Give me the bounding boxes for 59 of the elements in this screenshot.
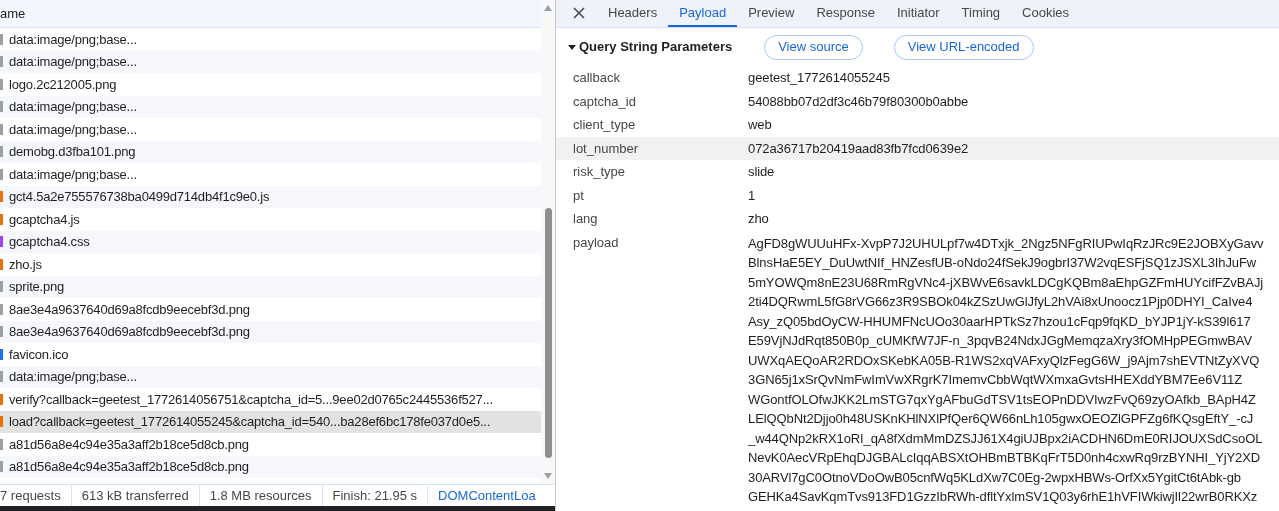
param-value: 072a36717b20419aad83fb7fcd0639e2: [748, 139, 969, 157]
scroll-down-icon[interactable]: [543, 472, 553, 480]
param-value: 5mYOWQm8nE23U68RmRgVNc4-jXBWvE6savkLDCgKQBm8aEhpGZFmHUYcifFZvBAJj: [748, 273, 1264, 292]
param-name: lang: [572, 210, 599, 228]
param-value: GEHKa4SavKqmTvs913FD1GzzIbRWh-dfltYxlmSV1Q03y6rhE1hVFIWkiwjIl22wrB0RKXz: [748, 488, 1259, 506]
scrollbar[interactable]: [541, 0, 555, 484]
request-row[interactable]: load?callback=geetest_1772614055245&captcha_id=540...ba28ef6bc178fe037d0e5...: [0, 410, 541, 433]
param-value: geetest_1772614055245: [748, 69, 890, 87]
tab[interactable]: Preview: [737, 0, 806, 27]
request-row[interactable]: demobg.d3fba101.png: [0, 140, 541, 163]
param-value: 2ti4DQRwmL5fG8rVG66z3R9SBOk04kZSzUwGlJfyL2hVAi8xUnoocz1Pjp0DHYI_CaIve4: [748, 293, 1254, 311]
tab[interactable]: Cookies: [1011, 0, 1081, 27]
param-value: BlnsHaE5EY_DuUwtNIf_HNZesfUB-oNdo24fSekJ9ogbrI37W2vqESFjSQ1zJSXL3IhJuFw: [748, 254, 1258, 272]
scroll-up-icon[interactable]: [543, 4, 553, 12]
close-icon[interactable]: [573, 7, 585, 19]
param-name: lot_number: [572, 139, 640, 157]
param-value: 3GN65j1xSrQvNmFwImVwXRgrK7ImemvCbbWqtWXmxaGvtsHHEXddYBM7Ee6V11Z: [748, 371, 1244, 389]
request-row[interactable]: gcaptcha4.css: [0, 230, 541, 253]
tab[interactable]: Payload: [668, 0, 738, 27]
request-row[interactable]: data:image/png;base...: [0, 50, 541, 73]
param-name: risk_type: [572, 163, 627, 181]
param-value: UWXqAEQoAR2RDOxSKebKA05B-R1WS2xqVAFxyQlzFegG6W_j9Ajm7shEVTNtZyXVQ: [748, 351, 1261, 370]
request-row[interactable]: gct4.5a2e755576738ba0499d714db4f1c9e0.js: [0, 185, 541, 208]
tab[interactable]: Response: [805, 0, 886, 27]
request-row[interactable]: a81d56a8e4c94e35a3aff2b18ce5d8cb.png: [0, 455, 541, 478]
param-name: payload: [572, 233, 620, 252]
param-value: web: [748, 116, 772, 134]
param-value: AgFD8gWUUuHFx-XvpP7J2UHULpf7w4DTxjk_2Ngz5NFgRIUPwIqRzJRc9E2JOBXyGavv: [748, 234, 1264, 253]
status-text: 613 kB transferred: [81, 486, 189, 505]
param-value: slide: [748, 163, 775, 181]
tab[interactable]: Headers: [597, 0, 669, 27]
section-title[interactable]: Query String Parameters: [579, 37, 733, 57]
status-text: Finish: 21.95 s: [332, 486, 418, 505]
tab[interactable]: Initiator: [885, 0, 951, 27]
param-name: client_type: [572, 116, 637, 134]
status-text: 1.8 MB resources: [209, 486, 312, 505]
column-header[interactable]: ame: [0, 3, 26, 24]
param-value: 1: [748, 186, 756, 204]
param-value: E59VjNJdRqt850B0p_cUMKfW7JF-n_3pqvB24NdxJGgMemqzaXry3fOMHpPEGmwBAV: [748, 332, 1253, 350]
param-name: callback: [572, 69, 621, 87]
param-name: captcha_id: [572, 92, 637, 110]
expand-triangle-icon[interactable]: [568, 43, 576, 51]
request-row[interactable]: data:image/png;base...: [0, 365, 541, 388]
request-row[interactable]: data:image/png;base...: [0, 95, 541, 118]
status-text: 7 requests: [0, 486, 61, 505]
param-value: WGontfOLOfwJKK2LmSTG7qxYgAFbuGdTSV1tsEOPnDDVIwzFvQ69zyOAfkb_BApH4Z: [748, 390, 1257, 409]
param-value: _w44QNp2kRX1oRI_qA8fXdmMmDZSJJ61X4giUJBpx2iACDHN6DmE0RIJOUXSdCsoOL: [748, 429, 1264, 448]
param-value: Asy_zQ05bdOyCW-HHUMFNcUOo30aarHPTkSz7hzou1cFqp9fqKD_bYJP1jY-kS39l617: [748, 312, 1252, 331]
param-value: LElQQbNt2Djjo0h48USKnKHlNXlPfQer6QW66nLh105gwxOEOZlGPFZg6fKQsgEftY_-cJ: [748, 410, 1255, 428]
param-value: 30ARVl7gC0OtnoVDoOwB05cnfWq5KLdXw7C0Eg-2wpxHBWs-OrfXx5YgitCt6tAbk-gb: [748, 468, 1242, 487]
request-row[interactable]: 8ae3e4a9637640d69a8fcdb9eecebf3d.png: [0, 320, 541, 343]
param-value: zho: [748, 210, 769, 228]
tab[interactable]: Timing: [950, 0, 1012, 27]
status-link[interactable]: DOMContentLoa: [427, 485, 536, 506]
param-value: 54088bb07d2df3c46b79f80300b0abbe: [748, 92, 969, 110]
param-value: NevK0AecVRpEhqDJGBALcIqqABSXtOHBmBTBKqFrT5D0nh4cxwRq9rzBYNHI_YjY2XD: [748, 449, 1262, 467]
scrollbar-thumb[interactable]: [544, 208, 552, 458]
param-name: pt: [572, 186, 585, 204]
request-row[interactable]: sprite.png: [0, 275, 541, 298]
